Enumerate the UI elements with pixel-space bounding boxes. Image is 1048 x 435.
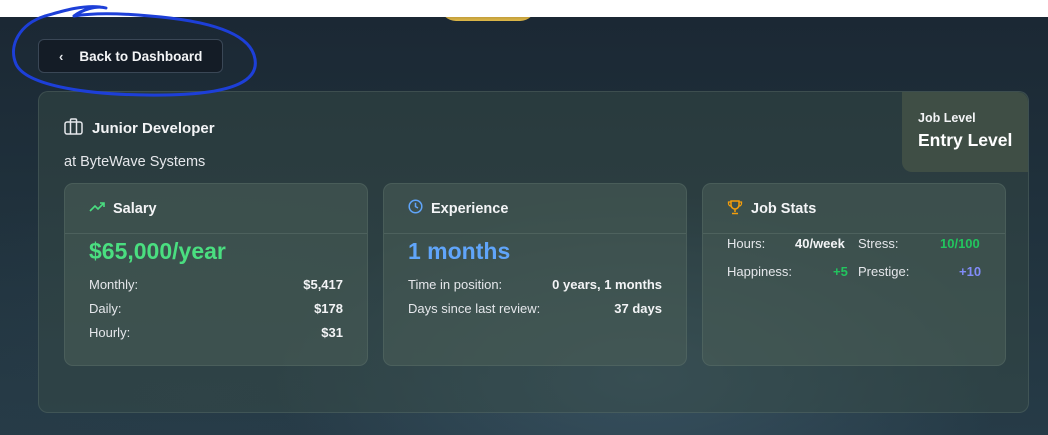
- stat-stress: Stress: 10/100: [858, 236, 980, 251]
- salary-row-label: Hourly:: [89, 325, 131, 340]
- job-stats-heading: Job Stats: [751, 200, 817, 217]
- stat-value: +5: [833, 264, 848, 279]
- salary-row-hourly: Hourly: $31: [89, 325, 343, 340]
- stat-hours: Hours: 40/week: [727, 236, 845, 251]
- experience-row-label: Time in position:: [408, 277, 503, 292]
- job-card: Junior Developer at ByteWave Systems Job…: [38, 91, 1029, 413]
- salary-row-value: $178: [314, 301, 343, 316]
- back-to-dashboard-button[interactable]: ‹ Back to Dashboard: [38, 39, 223, 73]
- back-button-label: Back to Dashboard: [79, 48, 203, 64]
- job-stats-card-header: Job Stats: [703, 184, 1005, 234]
- job-title-row: Junior Developer: [64, 118, 215, 139]
- salary-card: Salary $65,000/year Monthly: $5,417 Dail…: [64, 183, 368, 366]
- stat-label: Happiness:: [727, 264, 793, 279]
- trophy-icon: [727, 199, 743, 219]
- experience-row-label: Days since last review:: [408, 301, 541, 316]
- job-level-badge: Job Level Entry Level: [902, 92, 1028, 172]
- stat-value: 10/100: [940, 236, 980, 251]
- salary-row-daily: Daily: $178: [89, 301, 343, 316]
- top-glow-decoration: [440, 17, 536, 21]
- job-stats-card: Job Stats Hours: 40/week Stress: 10/100 …: [702, 183, 1006, 366]
- experience-card-header: Experience: [384, 184, 686, 234]
- salary-row-value: $31: [321, 325, 343, 340]
- job-details-page: ‹ Back to Dashboard Junior Developer at …: [0, 17, 1048, 435]
- experience-row-value: 0 years, 1 months: [552, 277, 662, 292]
- experience-heading: Experience: [431, 200, 509, 217]
- experience-row-time: Time in position: 0 years, 1 months: [408, 277, 662, 292]
- stat-value: +10: [959, 264, 982, 279]
- job-level-label: Job Level: [918, 111, 976, 125]
- experience-duration: 1 months: [408, 238, 511, 264]
- experience-row-value: 37 days: [614, 301, 662, 316]
- annual-salary: $65,000/year: [89, 238, 226, 264]
- salary-row-label: Monthly:: [89, 277, 139, 292]
- stat-label: Hours:: [727, 236, 766, 251]
- clock-icon: [408, 199, 423, 218]
- salary-row-monthly: Monthly: $5,417: [89, 277, 343, 292]
- salary-heading: Salary: [113, 200, 157, 217]
- stat-value: 40/week: [795, 236, 845, 251]
- briefcase-icon: [64, 118, 83, 139]
- stat-prestige: Prestige: +10: [858, 264, 981, 279]
- salary-row-value: $5,417: [303, 277, 343, 292]
- experience-row-review: Days since last review: 37 days: [408, 301, 662, 316]
- salary-row-label: Daily:: [89, 301, 122, 316]
- stat-label: Prestige:: [858, 264, 910, 279]
- stat-label: Stress:: [858, 236, 899, 251]
- chevron-left-icon: ‹: [59, 48, 64, 64]
- company-name: at ByteWave Systems: [64, 154, 206, 170]
- salary-card-header: Salary: [65, 184, 367, 234]
- trending-up-icon: [89, 201, 105, 217]
- stat-happiness: Happiness: +5: [727, 264, 848, 279]
- job-level-value: Entry Level: [918, 130, 1013, 150]
- experience-card: Experience 1 months Time in position: 0 …: [383, 183, 687, 366]
- job-title: Junior Developer: [92, 120, 215, 137]
